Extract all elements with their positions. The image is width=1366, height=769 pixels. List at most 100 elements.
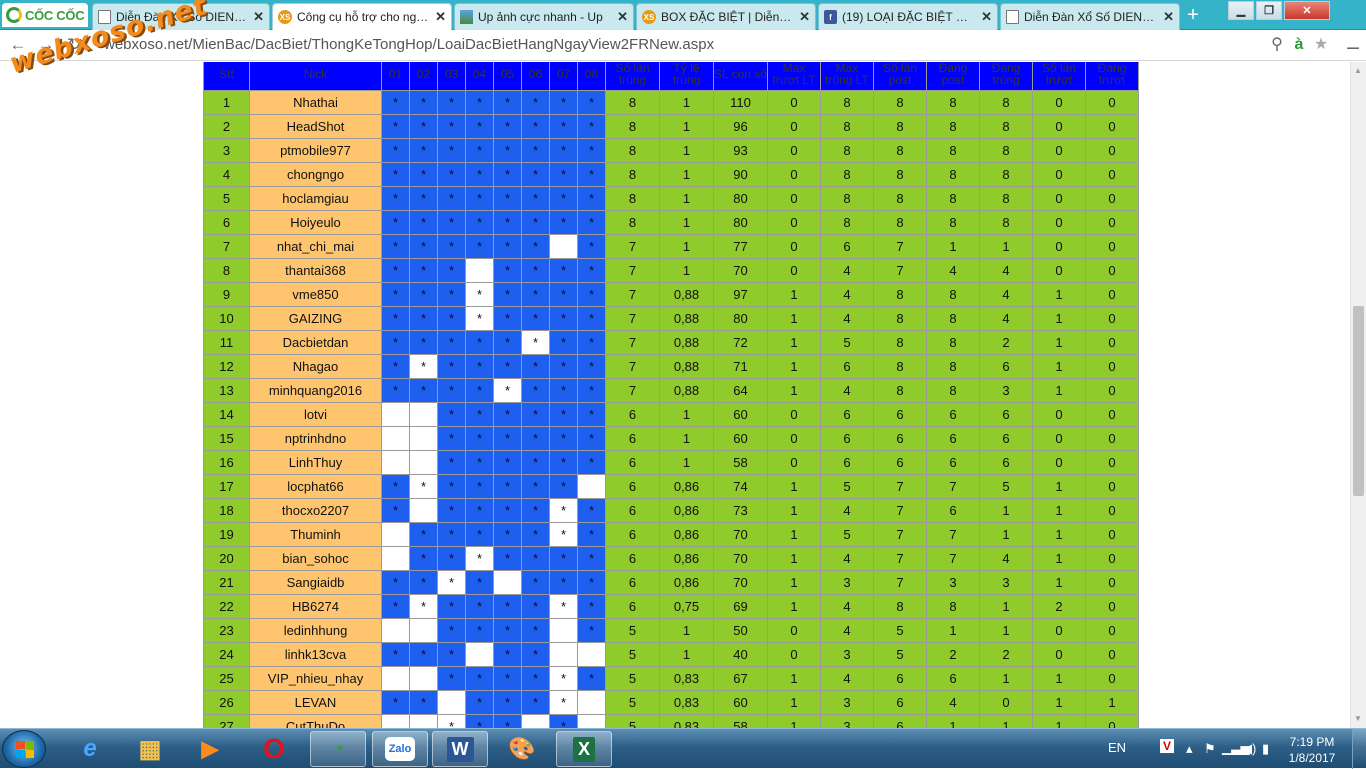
stat-cell: 0 — [1032, 258, 1086, 283]
tray-expand-icon[interactable]: ▴ — [1186, 741, 1193, 757]
minimize-button[interactable]: ▁ — [1228, 1, 1254, 20]
stat-cell: 3 — [979, 570, 1033, 595]
stt-cell: 13 — [203, 378, 250, 403]
scroll-up-icon[interactable]: ▲ — [1354, 66, 1362, 75]
day-cell: * — [381, 330, 410, 355]
language-indicator[interactable]: EN — [1108, 740, 1126, 755]
stat-cell: 4 — [820, 282, 874, 307]
nick-cell: nptrinhdno — [249, 426, 382, 451]
scroll-down-icon[interactable]: ▼ — [1354, 714, 1362, 723]
day-cell: * — [577, 498, 606, 523]
stat-cell: 93 — [713, 138, 768, 163]
maximize-button[interactable]: ❐ — [1256, 1, 1282, 20]
zoom-icon[interactable]: ⚲ — [1266, 34, 1288, 56]
ie-icon[interactable]: e — [62, 731, 118, 767]
stat-cell: 8 — [926, 354, 980, 379]
stat-cell: 6 — [820, 402, 874, 427]
zalo-icon[interactable]: Zalo — [372, 731, 428, 767]
url-field[interactable]: webxoso.net/MienBac/DacBiet/ThongKeTongH… — [104, 36, 714, 53]
stat-cell: 1 — [979, 714, 1033, 728]
day-cell: * — [549, 570, 578, 595]
close-tab-icon[interactable]: ✕ — [1163, 9, 1174, 25]
column-header: Đang trúng — [979, 62, 1033, 91]
stat-cell: 96 — [713, 114, 768, 139]
stt-cell: 16 — [203, 450, 250, 475]
paint-icon[interactable]: 🎨 — [494, 731, 550, 767]
day-cell — [381, 426, 410, 451]
day-cell: * — [493, 306, 522, 331]
close-tab-icon[interactable]: ✕ — [799, 9, 810, 25]
stat-cell: 0,75 — [659, 594, 714, 619]
stat-cell: 0 — [1085, 306, 1139, 331]
stt-cell: 5 — [203, 186, 250, 211]
stat-cell: 1 — [767, 546, 821, 571]
bookmark-star-icon[interactable]: ★ — [1310, 34, 1332, 56]
stat-cell: 1 — [1032, 378, 1086, 403]
close-tab-icon[interactable]: ✕ — [617, 9, 628, 25]
stat-cell: 0 — [1032, 90, 1086, 115]
day-cell: * — [521, 282, 550, 307]
stat-cell: 6 — [605, 474, 660, 499]
day-cell: * — [577, 546, 606, 571]
stat-cell: 97 — [713, 282, 768, 307]
excel-icon[interactable]: X — [556, 731, 612, 767]
tab-up-anh[interactable]: Up ảnh cực nhanh - Up ✕ — [454, 3, 634, 30]
coccoc-logo[interactable]: CỐC CỐC — [2, 3, 88, 27]
explorer-icon[interactable]: ▦ — [122, 731, 178, 767]
word-icon[interactable]: W — [432, 731, 488, 767]
stat-cell: 7 — [605, 258, 660, 283]
nick-cell: hoclamgiau — [249, 186, 382, 211]
coccoc-icon[interactable]: ◔ — [310, 731, 366, 767]
tab-facebook[interactable]: f (19) LOẠI ĐẶC BIỆT HÀN ✕ — [818, 3, 998, 30]
close-tab-icon[interactable]: ✕ — [435, 9, 446, 25]
stat-cell: 1 — [979, 234, 1033, 259]
table-body: 1 Nhathai * * * * * * * * 8 1 110 0 8 8 8 8 0 0 2 HeadShot * * *… — [203, 90, 1139, 728]
clock-time: 7:19 PM — [1289, 735, 1335, 749]
new-tab-button[interactable]: + — [1183, 5, 1203, 26]
volume-icon[interactable]: ◀) — [1242, 741, 1256, 757]
stat-cell: 0 — [1032, 618, 1086, 643]
day-cell: * — [521, 426, 550, 451]
translate-icon[interactable]: à — [1288, 34, 1310, 56]
scrollbar-thumb[interactable] — [1353, 306, 1364, 496]
table-row: 23 ledinhhung * * * * * 5 1 50 0 4 5 1 1 0 0 — [203, 618, 1139, 643]
stat-cell: 8 — [979, 162, 1033, 187]
stat-cell: 0 — [1085, 618, 1139, 643]
antivirus-tray-icon[interactable]: V — [1160, 739, 1175, 753]
stat-cell: 1 — [659, 426, 714, 451]
day-cell: * — [437, 186, 466, 211]
close-button[interactable]: ✕ — [1284, 1, 1330, 20]
table-row: 2 HeadShot * * * * * * * * 8 1 96 0 8 8 8 8 0 0 — [203, 114, 1139, 139]
day-cell: * — [437, 714, 466, 728]
stt-cell: 6 — [203, 210, 250, 235]
vertical-scrollbar[interactable]: ▲ ▼ — [1350, 62, 1366, 728]
table-row: 25 VIP_nhieu_nhay * * * * * * 5 0,83 67 1 4 6 6 1 1 0 — [203, 666, 1139, 691]
nick-cell: minhquang2016 — [249, 378, 382, 403]
stat-cell: 0,88 — [659, 282, 714, 307]
menu-icon[interactable]: ⚊ — [1342, 34, 1364, 56]
close-tab-icon[interactable]: ✕ — [981, 9, 992, 25]
day-cell — [381, 522, 410, 547]
media-icon[interactable]: ▶ — [182, 731, 238, 767]
clock[interactable]: 7:19 PM 1/8/2017 — [1282, 734, 1342, 766]
day-cell: * — [577, 282, 606, 307]
stat-cell: 1 — [1032, 522, 1086, 547]
day-cell: * — [549, 666, 578, 691]
show-desktop-button[interactable] — [1352, 729, 1366, 769]
stat-cell: 7 — [605, 378, 660, 403]
stat-cell: 0,88 — [659, 378, 714, 403]
tab-cong-cu[interactable]: XS Công cụ hỗ trợ cho người ✕ — [272, 3, 452, 30]
close-tab-icon[interactable]: ✕ — [253, 9, 264, 25]
tab-dienda-2[interactable]: Diễn Đàn Xổ Số DIENDA ✕ — [1000, 3, 1180, 30]
action-center-icon[interactable]: ⚑ — [1204, 741, 1216, 757]
stt-cell: 26 — [203, 690, 250, 715]
opera-icon[interactable]: O — [246, 731, 302, 767]
day-cell: * — [577, 330, 606, 355]
tab-box-dac-biet[interactable]: XS BOX ĐẶC BIỆT | Diễn đàn ✕ — [636, 3, 816, 30]
day-cell: * — [577, 570, 606, 595]
stat-cell: 0 — [1085, 498, 1139, 523]
start-button[interactable] — [2, 730, 46, 768]
stat-cell: 1 — [659, 402, 714, 427]
stt-cell: 20 — [203, 546, 250, 571]
battery-icon[interactable]: ▮ — [1262, 741, 1269, 757]
